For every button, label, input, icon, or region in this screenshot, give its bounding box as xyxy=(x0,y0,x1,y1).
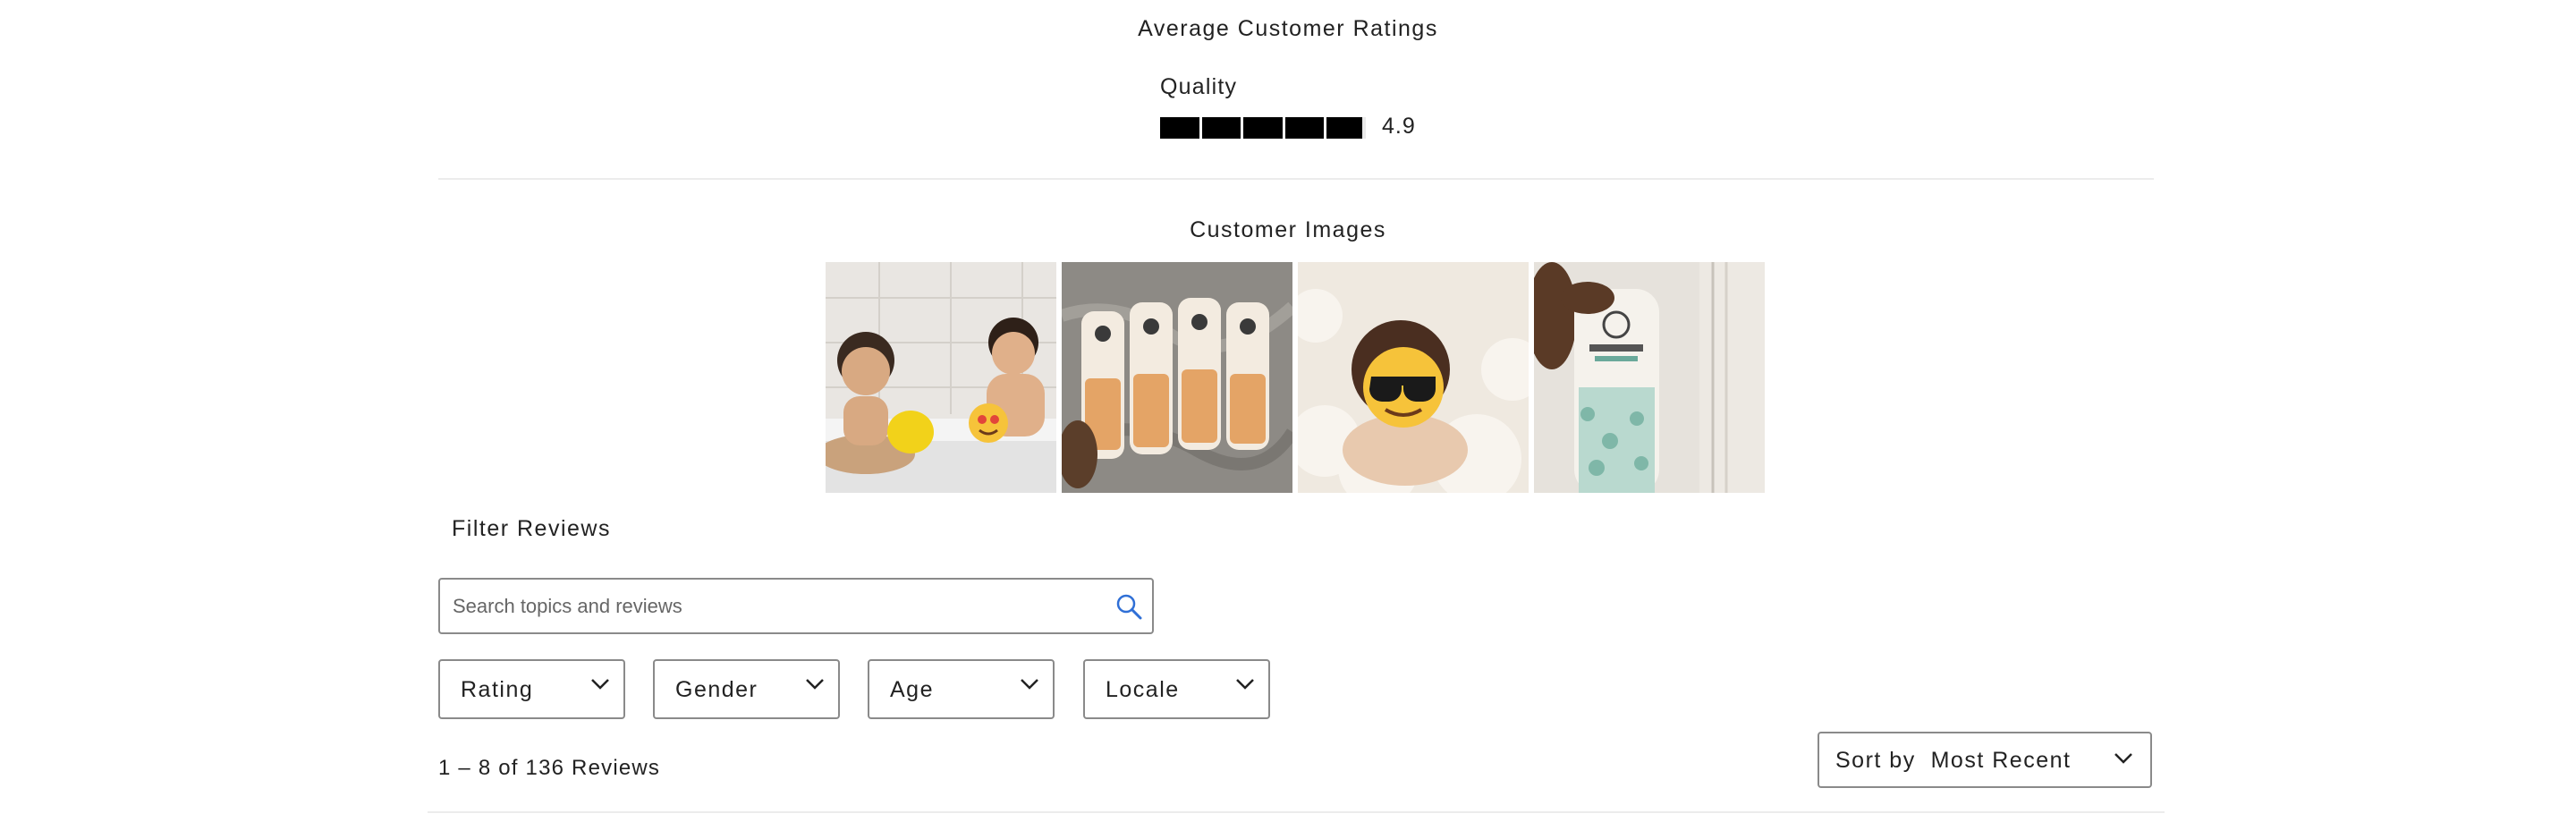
section-divider xyxy=(428,811,2165,813)
gender-filter-label: Gender xyxy=(675,677,758,702)
chevron-down-icon xyxy=(591,679,609,690)
quality-value: 4.9 xyxy=(1382,114,1416,139)
chevron-down-icon xyxy=(1236,679,1254,690)
chevron-down-icon xyxy=(806,679,824,690)
rating-filter-label: Rating xyxy=(461,677,534,702)
filter-reviews-title: Filter Reviews xyxy=(452,516,611,541)
locale-filter-label: Locale xyxy=(1106,677,1180,702)
rating-filter-dropdown[interactable]: Rating xyxy=(438,659,625,719)
age-filter-label: Age xyxy=(890,677,934,702)
search-box xyxy=(438,578,1154,634)
sort-value: Most Recent xyxy=(1930,748,2072,773)
search-icon[interactable] xyxy=(1114,592,1143,621)
quality-rating-bar xyxy=(1160,117,1366,139)
locale-filter-dropdown[interactable]: Locale xyxy=(1083,659,1270,719)
chevron-down-icon xyxy=(1021,679,1038,690)
sort-dropdown[interactable]: Sort by Most Recent xyxy=(1818,732,2152,788)
customer-image-bottle-in-hand[interactable] xyxy=(1534,262,1765,493)
quality-bar-segment xyxy=(1326,117,1366,139)
gender-filter-dropdown[interactable]: Gender xyxy=(653,659,840,719)
customer-images-title: Customer Images xyxy=(1190,217,1386,242)
customer-image-kids-bath[interactable] xyxy=(826,262,1056,493)
customer-image-four-bottles[interactable] xyxy=(1062,262,1292,493)
quality-bar-segment xyxy=(1201,117,1241,139)
quality-label: Quality xyxy=(1160,74,1238,99)
review-count: 1 – 8 of 136 Reviews xyxy=(438,756,661,780)
ratings-title: Average Customer Ratings xyxy=(1138,16,1438,41)
customer-image-baby-bubbles[interactable] xyxy=(1298,262,1529,493)
search-input[interactable] xyxy=(453,580,1079,632)
sort-by-text: Sort by xyxy=(1835,748,1916,773)
quality-bar-segment xyxy=(1243,117,1283,139)
section-divider xyxy=(438,178,2154,180)
age-filter-dropdown[interactable]: Age xyxy=(868,659,1055,719)
customer-images-row xyxy=(826,262,1765,493)
sort-label: Sort by Most Recent xyxy=(1835,748,2071,774)
chevron-down-icon xyxy=(2114,753,2132,764)
quality-bar-segment xyxy=(1160,117,1199,139)
quality-bar-segment xyxy=(1284,117,1325,139)
